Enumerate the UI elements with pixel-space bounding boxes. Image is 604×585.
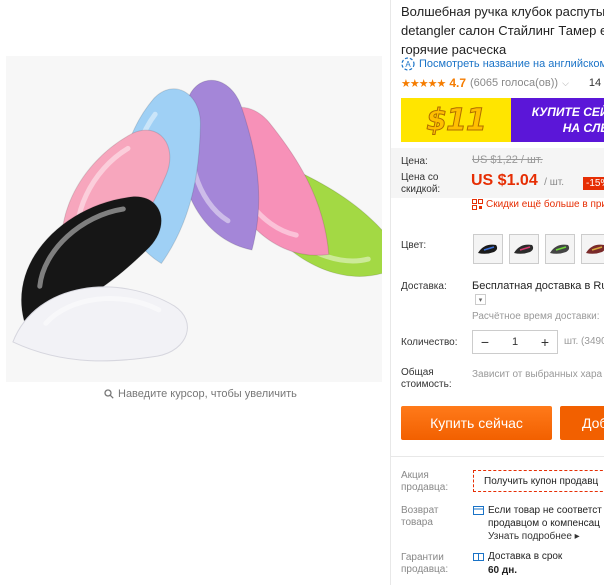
- delivery-label: Доставка:: [401, 281, 447, 292]
- color-swatch[interactable]: [473, 234, 503, 264]
- brush-thumbnail-icon: [478, 244, 498, 254]
- rating-row: ★★★★★ 4.7 (6065 голоса(ов)) ⌵ 14: [401, 76, 601, 90]
- guarantee-label-line: продавца:: [401, 564, 449, 575]
- new-price: US $1.04 / шт.: [471, 172, 564, 190]
- return-policy-icon: [473, 506, 484, 515]
- learn-more-link[interactable]: Узнать подробнее ▸: [488, 530, 580, 543]
- return-label-line: товара: [401, 517, 433, 528]
- return-policy-text: Если товар не соответст: [488, 505, 602, 516]
- quantity-input[interactable]: 1: [497, 336, 533, 348]
- guarantee-label: Гарантии продавца:: [401, 552, 448, 576]
- brushes-illustration: [6, 56, 382, 382]
- chevron-down-icon[interactable]: ▾: [475, 294, 486, 305]
- svg-text:A: A: [405, 60, 411, 69]
- brush-thumbnail-icon: [586, 244, 604, 254]
- product-title-line: Волшебная ручка клубок распутыв: [401, 4, 604, 19]
- total-label: Общая стоимость:: [401, 367, 452, 391]
- color-swatch[interactable]: [509, 234, 539, 264]
- quantity-label: Количество:: [401, 337, 458, 348]
- guarantee-days: 60 дн.: [488, 565, 518, 576]
- rating-value: 4.7: [449, 76, 466, 90]
- zoom-hint-text: Наведите курсор, чтобы увеличить: [118, 388, 297, 400]
- magnifier-icon: [104, 389, 114, 399]
- new-price-value: US $1.04: [471, 172, 538, 189]
- color-label: Цвет:: [401, 240, 427, 251]
- discount-badge: -15%: [583, 177, 604, 190]
- translate-title-link[interactable]: A Посмотреть название на английском: [401, 57, 604, 71]
- promo-text: КУПИТЕ СЕЙЧ НА СЛЕД: [517, 104, 604, 136]
- brush-thumbnail-icon: [514, 244, 534, 254]
- seller-promo-label-line: Акция: [401, 470, 429, 481]
- brush-thumbnail-icon: [550, 244, 570, 254]
- product-title: Волшебная ручка клубок распутыв detangle…: [401, 2, 604, 59]
- old-price: US $1,22 / шт.: [472, 154, 543, 166]
- quantity-decrease-button[interactable]: −: [473, 334, 497, 350]
- discount-price-label-line: Цена со: [401, 172, 439, 183]
- buy-now-button[interactable]: Купить сейчас: [401, 406, 552, 440]
- delivery-time: Расчётное время доставки:: [472, 311, 600, 322]
- column-divider: [390, 0, 391, 585]
- return-label-line: Возврат: [401, 505, 439, 516]
- quantity-stepper: − 1 +: [472, 330, 558, 354]
- section-divider: [391, 456, 604, 457]
- more-discounts-text: Скидки ещё больше в при: [486, 199, 604, 210]
- delivery-method: Бесплатная доставка в Ru: [472, 280, 604, 292]
- seller-promo-label: Акция продавца:: [401, 470, 448, 494]
- return-policy-text: продавцом о компенсац: [488, 518, 600, 529]
- price-unit: / шт.: [544, 177, 565, 188]
- total-label-line: Общая: [401, 367, 434, 378]
- color-swatch[interactable]: [545, 234, 575, 264]
- more-discounts-link[interactable]: Скидки ещё больше в при: [472, 199, 604, 210]
- promo-text-line: КУПИТЕ СЕЙЧ: [531, 105, 604, 119]
- promo-price-tag: $11: [401, 98, 511, 142]
- total-label-line: стоимость:: [401, 379, 452, 390]
- rating-stars-icon: ★★★★★: [401, 77, 446, 90]
- color-swatch[interactable]: [581, 234, 604, 264]
- quantity-available: шт. (3490: [564, 336, 604, 347]
- quantity-increase-button[interactable]: +: [533, 334, 557, 350]
- return-label: Возврат товара: [401, 505, 439, 529]
- orders-count: 14: [588, 77, 602, 89]
- guarantee-label-line: Гарантии: [401, 552, 444, 563]
- total-value: Зависит от выбранных хара: [472, 369, 603, 380]
- promo-banner[interactable]: $11 КУПИТЕ СЕЙЧ НА СЛЕД: [401, 98, 604, 142]
- translate-link-text: Посмотреть название на английском: [419, 58, 604, 70]
- get-coupon-button[interactable]: Получить купон продавц: [473, 470, 604, 492]
- add-to-cart-button[interactable]: Доб: [560, 406, 604, 440]
- guarantee-text: Доставка в срок: [488, 551, 563, 562]
- product-main-image[interactable]: [6, 56, 382, 382]
- chevron-down-icon[interactable]: ⌵: [562, 78, 569, 89]
- seller-promo-label-line: продавца:: [401, 482, 449, 493]
- delivery-guarantee-icon: [473, 553, 484, 561]
- image-gallery: Наведите курсор, чтобы увеличить: [0, 0, 390, 410]
- votes-count[interactable]: (6065 голоса(ов)): [470, 77, 558, 89]
- promo-price: $11: [426, 102, 488, 138]
- product-title-line: detangler салон Стайлинг Тамер ex: [401, 23, 604, 38]
- discount-price-label: Цена со скидкой:: [401, 172, 440, 196]
- qr-code-icon: [472, 199, 483, 210]
- price-label: Цена:: [401, 156, 428, 167]
- zoom-hint: Наведите курсор, чтобы увеличить: [104, 388, 297, 400]
- translate-icon: A: [401, 57, 415, 71]
- promo-text-line: НА СЛЕД: [562, 121, 604, 135]
- discount-price-label-line: скидкой:: [401, 184, 441, 195]
